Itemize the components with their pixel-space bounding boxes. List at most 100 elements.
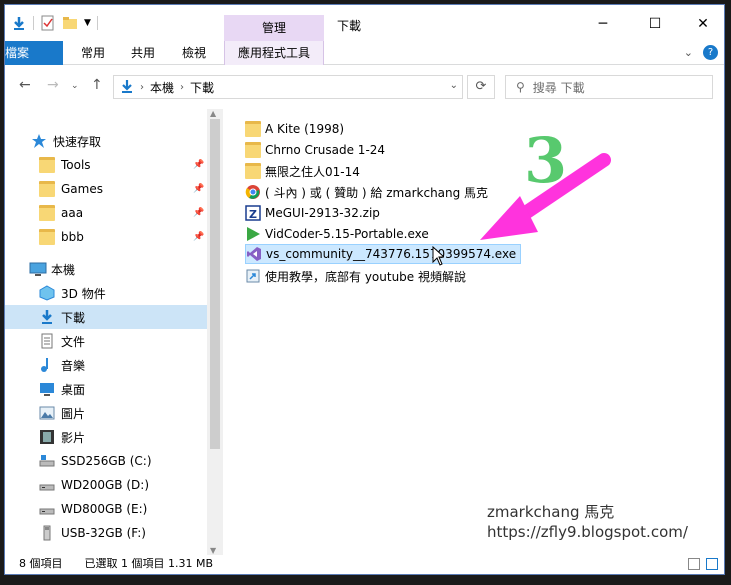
folder-icon [245, 142, 261, 158]
title-bar: ▼ 管理 下載 ─ ☐ ✕ [5, 5, 724, 41]
computer-icon [29, 261, 47, 277]
back-arrow-icon[interactable]: ← [19, 77, 31, 93]
maximize-button[interactable]: ☐ [633, 11, 677, 37]
qat-dropdown-icon[interactable]: ▼ [84, 18, 91, 28]
pictures-icon [39, 405, 55, 421]
list-item[interactable]: Chrno Crusade 1-24 [245, 140, 385, 160]
nav-item-videos[interactable]: 影片 [5, 425, 207, 449]
list-item[interactable]: 無限之住人01-14 [245, 161, 360, 181]
ribbon-tabs: 檔案 常用 共用 檢視 應用程式工具 ⌄ ? [5, 41, 724, 65]
item-count: 8 個項目 [19, 557, 63, 570]
breadcrumb-this-pc[interactable]: 本機 [150, 79, 174, 96]
pin-icon[interactable]: 📌 [193, 160, 204, 170]
folder-icon [39, 229, 55, 245]
downloads-location-icon [120, 79, 134, 96]
list-item[interactable]: VidCoder-5.15-Portable.exe [245, 224, 429, 244]
step-number-annotation: 3 [524, 124, 568, 197]
watermark-url: https://zfly9.blogspot.com/ [487, 523, 688, 541]
scroll-up-icon[interactable]: ▲ [210, 109, 216, 118]
status-bar: 8 個項目 已選取 1 個項目 1.31 MB [5, 552, 724, 574]
tab-application-tools[interactable]: 應用程式工具 [224, 41, 324, 65]
nav-item-drive-f[interactable]: USB-32GB (F:) [5, 521, 207, 545]
nav-item-music[interactable]: 音樂 [5, 353, 207, 377]
details-view-icon[interactable] [688, 558, 700, 570]
nav-item-downloads[interactable]: 下載 [5, 305, 207, 329]
list-item[interactable]: 使用教學，底部有 youtube 視頻解說 [245, 266, 466, 286]
nav-item-documents[interactable]: 文件 [5, 329, 207, 353]
manage-tab[interactable]: 管理 [224, 15, 324, 41]
star-icon [31, 133, 47, 149]
window-title: 下載 [337, 19, 362, 33]
selection-info: 已選取 1 個項目 1.31 MB [84, 557, 214, 570]
breadcrumb-separator-icon: › [180, 81, 185, 93]
file-list: A Kite (1998) Chrno Crusade 1-24 無限之住人01… [223, 109, 723, 555]
close-button[interactable]: ✕ [681, 11, 724, 37]
navigation-scrollbar[interactable]: ▲ ▼ [207, 109, 223, 555]
documents-icon [39, 333, 55, 349]
breadcrumb-downloads[interactable]: 下載 [190, 79, 214, 96]
folder-icon [245, 121, 261, 137]
file-explorer-window: ▼ 管理 下載 ─ ☐ ✕ 檔案 常用 共用 檢視 應用程式工具 ⌄ ? ← →… [4, 4, 725, 575]
3d-objects-icon [39, 285, 55, 301]
folder-icon [39, 157, 55, 173]
address-bar[interactable]: › 本機 › 下載 ⌄ [113, 75, 463, 99]
system-drive-icon [39, 453, 55, 469]
svg-text:Z: Z [249, 208, 257, 221]
nav-item-drive-c[interactable]: SSD256GB (C:) [5, 449, 207, 473]
address-dropdown-icon[interactable]: ⌄ [450, 80, 458, 91]
pin-icon[interactable]: 📌 [193, 208, 204, 218]
nav-item-tools[interactable]: Tools 📌 [5, 153, 207, 177]
quick-access-toolbar: ▼ [11, 15, 98, 31]
nav-item-desktop[interactable]: 桌面 [5, 377, 207, 401]
up-arrow-icon[interactable]: ↑ [91, 77, 103, 93]
list-item[interactable]: Z MeGUI-2913-32.zip [245, 203, 380, 223]
videos-icon [39, 429, 55, 445]
watermark-author: zmarkchang 馬克 [487, 503, 615, 521]
new-folder-icon[interactable] [62, 15, 78, 31]
nav-this-pc[interactable]: 本機 [5, 257, 207, 281]
tab-file[interactable]: 檔案 [5, 41, 63, 65]
list-item[interactable]: ( 斗內 ) 或 ( 贊助 ) 給 zmarkchang 馬克 [245, 182, 488, 202]
nav-item-pictures[interactable]: 圖片 [5, 401, 207, 425]
refresh-button[interactable]: ⟳ [467, 75, 495, 99]
minimize-button[interactable]: ─ [581, 11, 625, 37]
breadcrumb-separator-icon: › [140, 81, 144, 93]
expand-ribbon-icon[interactable]: ⌄ [684, 46, 693, 59]
help-icon[interactable]: ? [703, 45, 718, 60]
large-icons-view-icon[interactable] [706, 558, 718, 570]
properties-icon[interactable] [40, 15, 56, 31]
desktop-icon [39, 381, 55, 397]
download-arrow-icon[interactable] [11, 15, 27, 31]
zip-icon: Z [245, 205, 261, 221]
nav-item-games[interactable]: Games 📌 [5, 177, 207, 201]
folder-icon [39, 181, 55, 197]
hard-drive-icon [39, 477, 55, 493]
folder-icon [39, 205, 55, 221]
nav-item-3d-objects[interactable]: 3D 物件 [5, 281, 207, 305]
music-note-icon [39, 357, 55, 373]
tab-view[interactable]: 檢視 [171, 41, 217, 65]
mouse-cursor-icon [432, 246, 444, 266]
list-item[interactable]: A Kite (1998) [245, 119, 344, 139]
visual-studio-icon [246, 246, 262, 262]
search-input[interactable]: ⚲ 搜尋 下載 [505, 75, 713, 99]
search-icon: ⚲ [516, 80, 525, 94]
search-placeholder: 搜尋 下載 [532, 80, 585, 95]
nav-item-bbb[interactable]: bbb 📌 [5, 225, 207, 249]
nav-item-aaa[interactable]: aaa 📌 [5, 201, 207, 225]
nav-item-drive-e[interactable]: WD800GB (E:) [5, 497, 207, 521]
shortcut-icon [245, 268, 261, 284]
forward-arrow-icon[interactable]: → [47, 77, 59, 93]
nav-quick-access[interactable]: 快速存取 [5, 129, 207, 153]
qat-divider [33, 16, 34, 30]
qat-divider-2 [96, 16, 98, 30]
nav-item-drive-d[interactable]: WD200GB (D:) [5, 473, 207, 497]
pin-icon[interactable]: 📌 [193, 184, 204, 194]
tab-home[interactable]: 常用 [71, 41, 115, 65]
pin-icon[interactable]: 📌 [193, 232, 204, 242]
list-item-selected[interactable]: vs_community__743776.1570399574.exe [245, 244, 522, 264]
tab-share[interactable]: 共用 [121, 41, 165, 65]
recent-dropdown-icon[interactable]: ⌄ [71, 81, 79, 91]
scrollbar-thumb[interactable] [210, 119, 220, 449]
chrome-link-icon [245, 184, 261, 200]
